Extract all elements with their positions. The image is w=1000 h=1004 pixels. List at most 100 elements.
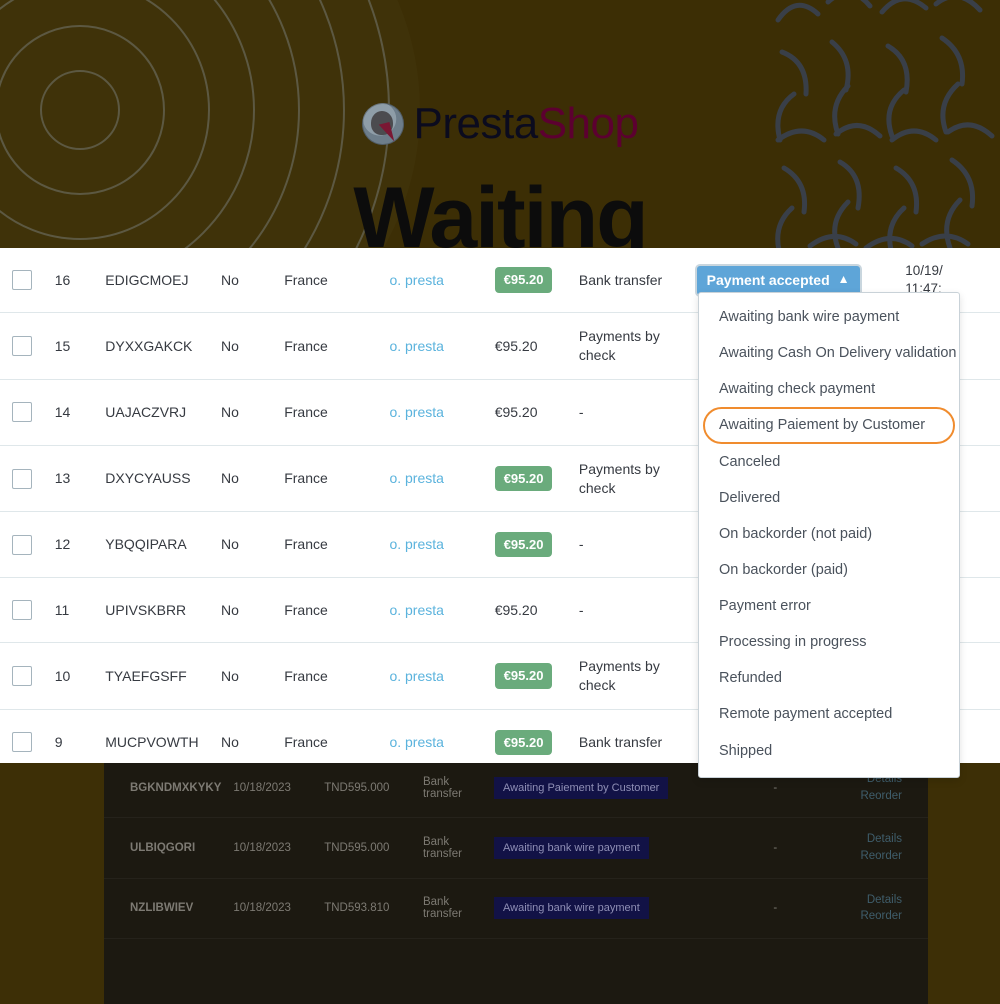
customer-link[interactable]: o. presta <box>389 470 443 486</box>
order-id: 15 <box>54 337 71 354</box>
customer-link[interactable]: o. presta <box>389 536 443 552</box>
row-select-cell[interactable] <box>0 313 55 380</box>
row-checkbox[interactable] <box>12 468 32 489</box>
new-client: No <box>221 733 239 750</box>
dim-payment: Bank transfer <box>416 878 489 940</box>
row-select-cell[interactable] <box>0 643 55 710</box>
row-checkbox[interactable] <box>12 336 32 357</box>
customer-link[interactable]: o. presta <box>389 668 443 684</box>
row-select-cell[interactable] <box>0 577 55 642</box>
customer-cell[interactable]: o. presta <box>389 248 494 313</box>
row-checkbox[interactable] <box>12 600 32 621</box>
chevron-up-icon: ▲ <box>837 272 850 287</box>
delivery-country: France <box>284 403 328 420</box>
delivery-country: France <box>284 536 328 553</box>
details-link[interactable]: Details <box>831 892 902 909</box>
order-total-cell: €95.20 <box>494 643 579 710</box>
dropdown-option-awaiting-check-payment[interactable]: Awaiting check payment <box>703 371 955 407</box>
dropdown-option-canceled[interactable]: Canceled <box>703 444 955 480</box>
order-reference: EDIGCMOEJ <box>105 271 189 288</box>
status-dropdown-menu[interactable]: Awaiting bank wire payment Awaiting Cash… <box>698 292 960 778</box>
prestashop-mascot-icon <box>361 103 404 145</box>
dropdown-option-awaiting-bank-wire-payment[interactable]: Awaiting bank wire payment <box>703 299 955 335</box>
order-total: €95.20 <box>494 729 553 756</box>
row-select-cell[interactable] <box>0 445 55 512</box>
brand-presta: Presta <box>413 99 539 148</box>
reorder-link[interactable]: Reorder <box>831 788 902 805</box>
dropdown-option-on-backorder-not-paid[interactable]: On backorder (not paid) <box>703 516 955 552</box>
customer-link[interactable]: o. presta <box>389 734 443 750</box>
payment-method: - <box>578 403 584 420</box>
dropdown-option-remote-payment-accepted[interactable]: Remote payment accepted <box>703 696 955 732</box>
order-reference: DYXXGAKCK <box>105 337 193 354</box>
customer-cell[interactable]: o. presta <box>389 577 494 642</box>
customer-link[interactable]: o. presta <box>389 404 443 420</box>
dim-actions[interactable]: Details Reorder <box>825 817 928 879</box>
customer-cell[interactable]: o. presta <box>389 710 494 763</box>
delivery-country: France <box>284 601 328 618</box>
new-client: No <box>221 337 239 354</box>
order-total: €95.20 <box>494 267 553 293</box>
brand-wordmark: PrestaShop <box>414 102 639 146</box>
dim-date: 10/18/2023 <box>227 817 319 879</box>
order-total-cell: €95.20 <box>495 380 579 445</box>
row-select-cell[interactable] <box>0 512 55 577</box>
dropdown-option-on-backorder-paid[interactable]: On backorder (paid) <box>703 552 955 588</box>
dim-date: 10/18/2023 <box>227 878 319 940</box>
dim-reference: NZLIBWIEV <box>104 878 228 940</box>
new-client: No <box>221 271 239 288</box>
row-select-cell[interactable] <box>0 248 55 313</box>
new-client: No <box>221 403 239 420</box>
status-badge: Awaiting bank wire payment <box>494 897 649 920</box>
order-total-cell: €95.20 <box>495 313 579 380</box>
details-link[interactable]: Details <box>831 831 902 848</box>
order-reference: TYAEFGSFF <box>105 667 187 684</box>
customer-link[interactable]: o. presta <box>389 272 443 288</box>
page-root: PrestaShop Waiting BGKNDMXKYKY 10/18/202… <box>0 0 1000 1004</box>
row-checkbox[interactable] <box>12 534 32 555</box>
payment-method: Payments by check <box>578 328 660 364</box>
dim-invoice: - <box>725 817 826 879</box>
dim-order-history-card: BGKNDMXKYKY 10/18/2023 TND595.000 Bank t… <box>104 758 928 1004</box>
reorder-link[interactable]: Reorder <box>831 848 902 865</box>
customer-link[interactable]: o. presta <box>389 338 443 354</box>
customer-cell[interactable]: o. presta <box>389 313 494 380</box>
row-checkbox[interactable] <box>12 666 32 687</box>
delivery-country: France <box>284 470 328 487</box>
delivery-country: France <box>284 667 328 684</box>
row-checkbox[interactable] <box>12 402 32 423</box>
order-id: 11 <box>54 601 70 618</box>
dropdown-option-payment-error[interactable]: Payment error <box>703 588 955 624</box>
dropdown-option-delivered[interactable]: Delivered <box>703 480 955 516</box>
brand-shop: Shop <box>537 99 639 148</box>
status-badge: Awaiting bank wire payment <box>494 837 649 860</box>
dim-actions[interactable]: Details Reorder <box>825 878 928 940</box>
order-id: 14 <box>54 403 71 420</box>
row-checkbox[interactable] <box>12 270 32 291</box>
order-date: 10/19/ <box>905 263 943 278</box>
order-id: 10 <box>54 667 71 684</box>
dropdown-option-processing-in-progress[interactable]: Processing in progress <box>703 624 955 660</box>
customer-cell[interactable]: o. presta <box>389 512 494 577</box>
row-select-cell[interactable] <box>0 380 55 445</box>
customer-cell[interactable]: o. presta <box>389 445 494 512</box>
dropdown-option-refunded[interactable]: Refunded <box>703 660 955 696</box>
customer-cell[interactable]: o. presta <box>389 643 494 710</box>
row-checkbox[interactable] <box>12 732 32 753</box>
dim-payment: Bank transfer <box>416 817 489 879</box>
reorder-link[interactable]: Reorder <box>831 908 902 925</box>
customer-link[interactable]: o. presta <box>389 602 443 618</box>
order-reference: UAJACZVRJ <box>105 403 187 420</box>
status-select-label: Payment accepted <box>706 271 830 288</box>
row-select-cell[interactable] <box>0 710 55 763</box>
dropdown-option-shipped[interactable]: Shipped <box>703 733 955 769</box>
order-total-cell: €95.20 <box>494 710 579 763</box>
order-total-cell: €95.20 <box>494 512 579 577</box>
order-id: 16 <box>54 271 71 288</box>
delivery-country: France <box>284 733 328 750</box>
dim-date: 10/18/2023 <box>227 758 319 819</box>
customer-cell[interactable]: o. presta <box>389 380 494 445</box>
dropdown-option-awaiting-paiement-by-customer[interactable]: Awaiting Paiement by Customer <box>703 407 955 444</box>
dim-amount: TND593.810 <box>318 878 417 940</box>
dropdown-option-awaiting-cash-on-delivery[interactable]: Awaiting Cash On Delivery validation <box>703 335 957 371</box>
